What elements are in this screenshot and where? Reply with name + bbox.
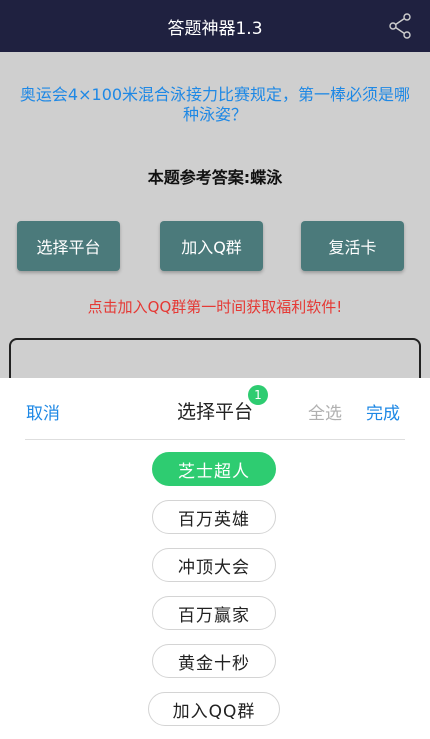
app-title: 答题神器1.3	[167, 18, 263, 39]
select-platform-button[interactable]: 选择平台	[17, 221, 120, 271]
platform-option-zhishi[interactable]: 芝士超人	[152, 452, 276, 486]
done-button[interactable]: 完成	[366, 399, 400, 424]
divider	[25, 439, 405, 440]
platform-option-huangjin[interactable]: 黄金十秒	[152, 644, 276, 678]
select-all-button[interactable]: 全选	[308, 399, 342, 424]
share-icon[interactable]	[388, 13, 412, 39]
main-content: 奥运会4×100米混合泳接力比赛规定，第一棒必须是哪种泳姿？ 本题参考答案:蝶泳…	[0, 52, 430, 402]
question-text: 奥运会4×100米混合泳接力比赛规定，第一棒必须是哪种泳姿？	[19, 85, 411, 124]
revive-card-button[interactable]: 复活卡	[301, 221, 404, 271]
platform-picker-sheet: 取消 选择平台 1 全选 完成 芝士超人 百万英雄 冲顶大会 百万赢家 黄金十秒…	[0, 378, 430, 739]
platform-option-baiwan-yingjia[interactable]: 百万赢家	[152, 596, 276, 630]
platform-option-chongding[interactable]: 冲顶大会	[152, 548, 276, 582]
answer-text: 本题参考答案:蝶泳	[147, 168, 283, 187]
selected-count-badge: 1	[248, 385, 268, 405]
platform-option-join-qq-group[interactable]: 加入QQ群	[148, 692, 280, 726]
join-group-notice[interactable]: 点击加入QQ群第一时间获取福利软件!	[0, 296, 430, 317]
join-q-group-button[interactable]: 加入Q群	[160, 221, 263, 271]
title-bar: 答题神器1.3	[0, 0, 430, 52]
platform-option-baiwan-yingxiong[interactable]: 百万英雄	[152, 500, 276, 534]
